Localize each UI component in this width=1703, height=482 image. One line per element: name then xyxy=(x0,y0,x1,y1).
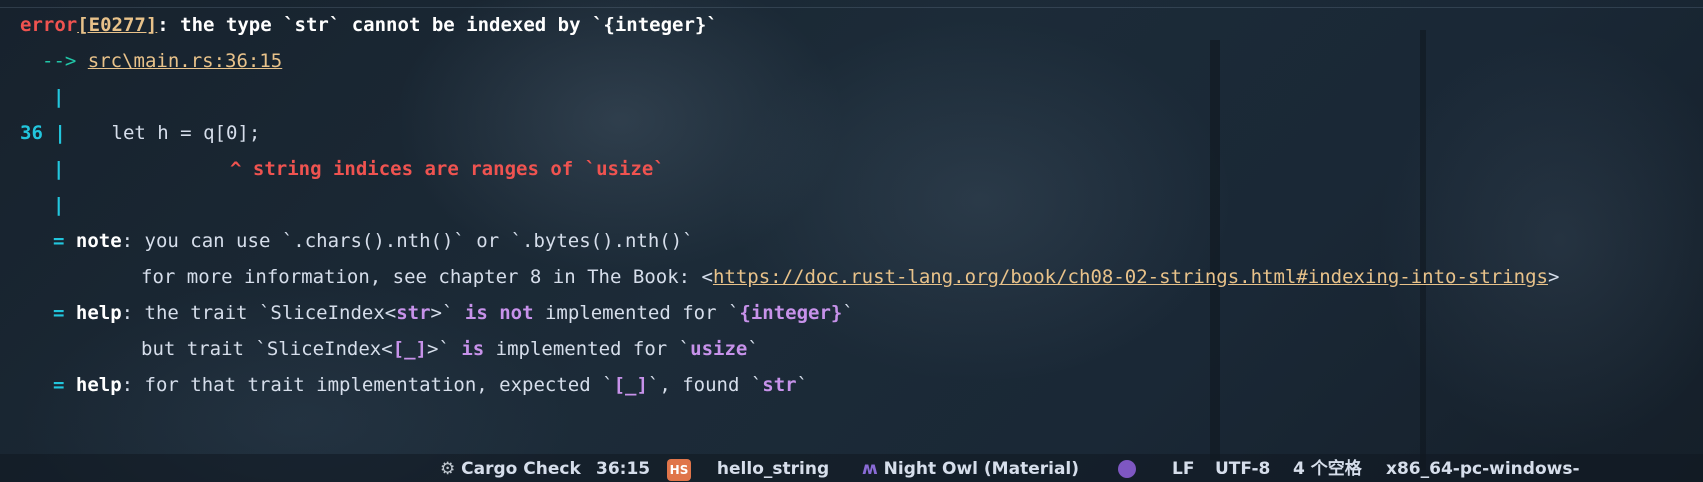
help-line: = help: for that trait implementation, e… xyxy=(53,366,808,405)
source-code: let h = q[0]; xyxy=(65,122,261,144)
status-circle-icon xyxy=(1118,460,1136,478)
error-message: : the type `str` cannot be indexed by `{… xyxy=(157,14,718,36)
theme-name: Night Owl (Material) xyxy=(883,459,1080,479)
error-location: --> src\main.rs:36:15 xyxy=(42,42,282,81)
note-more-info: for more information, see chapter 8 in T… xyxy=(141,266,713,288)
help-text: `, found ` xyxy=(647,374,763,396)
cargo-check-item[interactable]: ⚙ Cargo Check xyxy=(440,458,581,480)
help-continuation: but trait `SliceIndex<[_]>` is implement… xyxy=(141,330,759,369)
help-text: : for that trait implementation, expecte… xyxy=(121,374,614,396)
help-text: but trait `SliceIndex< xyxy=(141,338,393,360)
help-text: ` xyxy=(842,302,854,324)
status-dot[interactable] xyxy=(1118,458,1136,480)
help-text: >` xyxy=(430,302,465,324)
status-bar: ⚙ Cargo Check 36:15 HS hello_string ʍ Ni… xyxy=(0,454,1703,482)
project-name: hello_string xyxy=(716,459,830,479)
help-label: help xyxy=(75,374,122,396)
location-arrow: --> xyxy=(42,50,77,72)
help-line: = help: the trait `SliceIndex<str>` is n… xyxy=(53,294,854,333)
project-item[interactable]: HS hello_string xyxy=(667,458,829,481)
note-continuation: for more information, see chapter 8 in T… xyxy=(141,258,1559,297)
terminal-output: error[E0277]: the type `str` cannot be i… xyxy=(0,0,1703,454)
hs-badge-icon: HS xyxy=(667,459,691,481)
type-usize: usize xyxy=(690,338,748,360)
help-eq: = xyxy=(53,374,65,396)
gutter-bar: | xyxy=(54,122,66,144)
is-keyword: is xyxy=(461,338,485,360)
cargo-check-label: Cargo Check xyxy=(461,459,581,479)
type-slice: [_] xyxy=(392,338,427,360)
note-line: = note: you can use `.chars().nth()` or … xyxy=(53,222,694,261)
error-prefix: error xyxy=(20,14,78,36)
indentation[interactable]: 4 个空格 xyxy=(1293,458,1362,480)
help-text: ` xyxy=(747,338,759,360)
error-header: error[E0277]: the type `str` cannot be i… xyxy=(20,6,718,45)
gutter-line: | xyxy=(53,78,64,117)
note-link-close: > xyxy=(1548,266,1560,288)
caret-message: string indices are ranges of `usize` xyxy=(252,158,665,180)
type-str: str xyxy=(762,374,797,396)
help-eq: = xyxy=(53,302,65,324)
help-text: >` xyxy=(427,338,462,360)
is-not-keyword: is not xyxy=(464,302,534,324)
caret-line: | xyxy=(53,150,64,189)
night-owl-icon: ʍ xyxy=(862,459,878,479)
error-code-link[interactable]: [E0277] xyxy=(77,14,157,36)
note-label: note xyxy=(75,230,122,252)
caret-annotation: ^ string indices are ranges of `usize` xyxy=(230,150,665,189)
source-location-link[interactable]: src\main.rs:36:15 xyxy=(88,50,282,72)
cursor-position[interactable]: 36:15 xyxy=(596,458,650,480)
note-text: : you can use `.chars().nth()` or `.byte… xyxy=(121,230,694,252)
build-target[interactable]: x86_64-pc-windows- xyxy=(1386,458,1580,480)
type-integer: {integer} xyxy=(739,302,843,324)
help-text: implemented for ` xyxy=(533,302,740,324)
type-slice: [_] xyxy=(613,374,648,396)
line-number: 36 xyxy=(20,122,43,144)
gutter-line: | xyxy=(53,186,64,225)
gear-icon: ⚙ xyxy=(440,459,456,479)
gutter-bar: | xyxy=(53,194,65,216)
file-encoding[interactable]: UTF-8 xyxy=(1215,458,1270,480)
help-text: implemented for ` xyxy=(484,338,691,360)
help-label: help xyxy=(75,302,122,324)
help-text: ` xyxy=(796,374,809,396)
theme-item[interactable]: ʍ Night Owl (Material) xyxy=(862,458,1079,480)
note-eq: = xyxy=(53,230,65,252)
book-link[interactable]: https://doc.rust-lang.org/book/ch08-02-s… xyxy=(713,266,1548,288)
gutter-bar: | xyxy=(53,86,65,108)
line-ending[interactable]: LF xyxy=(1172,458,1194,480)
code-line: 36 | let h = q[0]; xyxy=(20,114,260,153)
caret-marker: ^ xyxy=(230,158,242,180)
help-text: : the trait `SliceIndex< xyxy=(121,302,397,324)
type-str: str xyxy=(396,302,431,324)
gutter-bar: | xyxy=(53,158,65,180)
